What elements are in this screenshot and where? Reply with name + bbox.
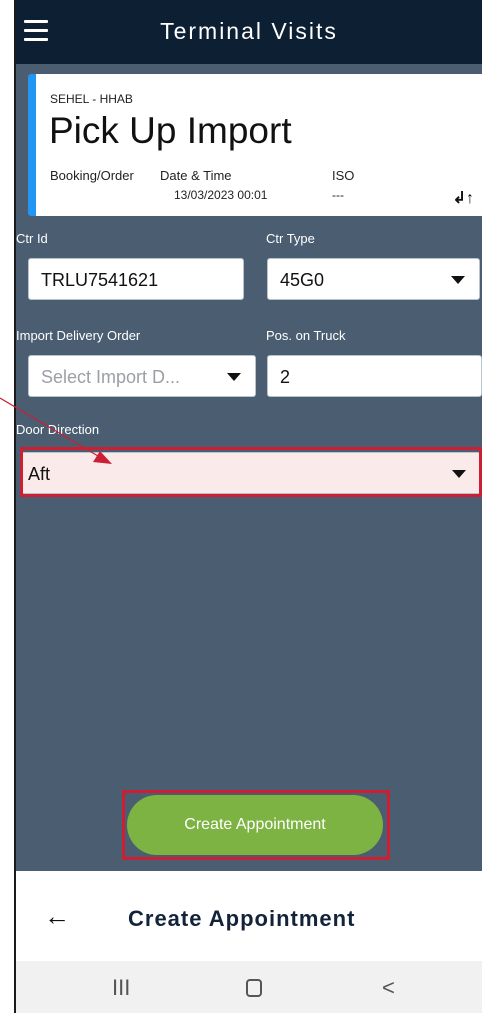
chevron-down-icon	[227, 373, 241, 381]
visit-type: Pick Up Import	[49, 110, 292, 151]
door-direction-label: Door Direction	[16, 422, 100, 437]
home-button[interactable]	[246, 979, 262, 997]
ctr-type-value: 45G0	[280, 270, 325, 290]
highlight-box-door-direction	[20, 447, 482, 497]
recents-button[interactable]: III	[112, 975, 130, 1001]
ctr-id-label: Ctr Id	[16, 231, 48, 246]
pos-on-truck-field[interactable]: 2	[267, 355, 482, 397]
ctr-id-field[interactable]: TRLU7541621	[28, 258, 244, 300]
pos-on-truck-label: Pos. on Truck	[266, 328, 346, 343]
ctr-type-label: Ctr Type	[266, 231, 315, 246]
top-bar: Terminal Visits	[16, 0, 482, 64]
iso-label: ISO	[332, 168, 355, 183]
visit-card: SEHEL - HHAB Pick Up Import Booking/Orde…	[28, 74, 482, 216]
page-title: Terminal Visits	[160, 18, 338, 44]
system-nav-bar: III <	[16, 961, 482, 1013]
main-content: SEHEL - HHAB Pick Up Import Booking/Orde…	[16, 64, 482, 871]
pos-on-truck-value: 2	[280, 367, 291, 387]
booking-label: Booking/Order	[50, 168, 134, 183]
iso-value: ---	[332, 188, 344, 202]
app-screen: Terminal Visits SEHEL - HHAB Pick Up Imp…	[16, 0, 482, 1013]
import-delivery-order-select[interactable]: Select Import D...	[28, 355, 256, 397]
bottom-bar: ← Create Appointment	[16, 871, 482, 961]
nav-back-button[interactable]: <	[382, 975, 395, 1001]
left-margin	[0, 0, 14, 1013]
highlight-box-create-button	[122, 790, 390, 860]
footer-title: Create Appointment	[128, 906, 356, 931]
back-arrow-icon[interactable]: ←	[44, 901, 70, 932]
datetime-label: Date & Time	[160, 168, 232, 183]
ctr-id-value: TRLU7541621	[41, 270, 159, 290]
terminal-name: SEHEL - HHAB	[50, 92, 133, 106]
chevron-down-icon	[451, 276, 465, 284]
import-delivery-order-placeholder: Select Import D...	[41, 367, 181, 387]
datetime-value: 13/03/2023 00:01	[174, 188, 268, 202]
import-delivery-order-label: Import Delivery Order	[16, 328, 141, 343]
ctr-type-select[interactable]: 45G0	[267, 258, 480, 300]
swap-icon[interactable]: ↲↑	[453, 188, 474, 208]
